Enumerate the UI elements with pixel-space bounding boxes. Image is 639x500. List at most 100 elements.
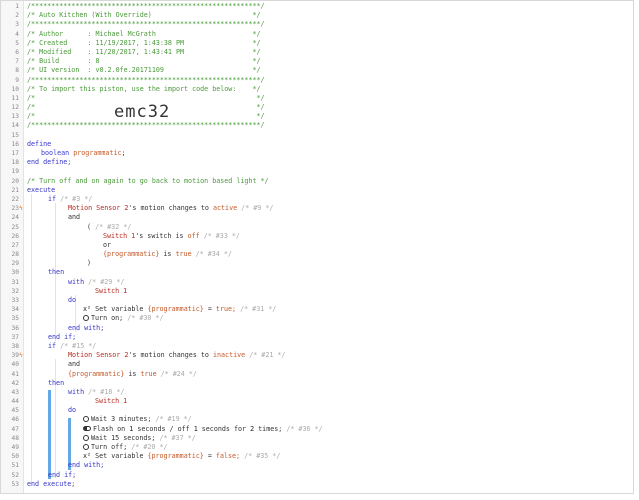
line-number: 42	[11, 379, 19, 387]
line-number: 35	[11, 315, 19, 323]
line-number: 1	[15, 3, 19, 10]
condition-value: inactive	[212, 351, 246, 360]
code-line: 3 /**************************************…	[1, 20, 633, 29]
statement-id: /* #20 */	[131, 443, 168, 451]
variable-name[interactable]: programmatic	[73, 149, 121, 157]
code-line: 18 end define;	[1, 158, 633, 167]
code-line: 45 do	[1, 406, 633, 415]
task-text[interactable]: Wait 3 minutes;	[91, 415, 151, 423]
task-text[interactable]: Wait 15 seconds;	[91, 434, 155, 442]
task-value: 2	[250, 424, 255, 433]
variable-ref[interactable]: {programmatic}	[103, 250, 159, 258]
code-line: 44 Switch 1	[1, 397, 633, 406]
code-line: 48 Wait 15 seconds; /* #37 */	[1, 434, 633, 443]
with-keyword[interactable]: with	[68, 278, 84, 286]
statement-id: /* #33 */	[203, 231, 240, 240]
code-line: 22 if /* #3 */	[1, 195, 633, 204]
task-text[interactable]: Turn on;	[91, 314, 123, 322]
code-line: 47 Flash on 1 seconds / off 1 seconds for…	[1, 425, 633, 434]
statement-id: /* #35 */	[244, 452, 281, 461]
code-line: 17 boolean programmatic;	[1, 149, 633, 158]
line-number: 21	[11, 186, 19, 194]
code-line: 38 if /* #15 */	[1, 342, 633, 351]
variable-ref: {programmatic}	[147, 305, 204, 314]
line-number: 46	[11, 416, 19, 424]
and-operator[interactable]: and	[68, 213, 80, 222]
variable-icon: x²	[83, 305, 92, 314]
statement-id: /* #19 */	[155, 415, 192, 424]
task-text[interactable]: Flash on	[93, 425, 125, 433]
code-line: 2 /* Auto Kitchen (With Override) */	[1, 11, 633, 20]
code-line: 23 ϟ Motion Sensor 2's motion changes to a…	[1, 204, 633, 213]
line-number: 34	[11, 306, 19, 314]
code-line: 34 x² Set variable {programmatic} = true;…	[1, 305, 633, 314]
equals-sign: =	[207, 305, 212, 314]
device-name[interactable]: Motion Sensor 2	[68, 351, 128, 359]
device-name[interactable]: Switch 1	[95, 287, 127, 296]
code-line: 21 execute	[1, 186, 633, 195]
import-hint: /* To import this piston, use the import…	[27, 84, 261, 93]
condition-text: is	[128, 369, 137, 378]
header-border: /***************************************…	[27, 20, 265, 29]
line-number: 41	[11, 370, 19, 378]
task-value: true;	[215, 305, 237, 314]
line-number: 9	[15, 76, 19, 84]
statement-id: /* #21 */	[249, 351, 286, 360]
line-number: 2	[15, 12, 19, 20]
code-line: 43 with /* #18 */	[1, 388, 633, 397]
variable-ref[interactable]: {programmatic}	[68, 370, 124, 378]
task-text: times;	[258, 424, 283, 433]
line-number: 14	[11, 122, 19, 130]
device-name[interactable]: Motion Sensor 2	[68, 204, 128, 212]
line-number: 28	[11, 251, 19, 259]
trigger-bolt-icon: ϟ	[19, 351, 23, 360]
statement-id: /* #31 */	[240, 305, 277, 314]
piston-title: /* Auto Kitchen (With Override) */	[27, 11, 261, 20]
device-name[interactable]: Switch 1	[103, 232, 135, 240]
statement-id: /* #34 */	[195, 250, 232, 259]
define-keyword: define	[27, 139, 52, 148]
condition-value: active	[212, 204, 238, 213]
trigger-bolt-icon: ϟ	[19, 204, 23, 213]
statement-id: /* #29 */	[88, 277, 125, 286]
do-keyword: do	[68, 296, 77, 304]
if-keyword[interactable]: if	[48, 195, 56, 203]
task-text: seconds / off	[137, 424, 190, 433]
code-line: 53 end execute;	[1, 480, 633, 489]
line-number: 19	[11, 168, 19, 176]
code-line: 35 Turn on; /* #30 */	[1, 314, 633, 323]
line-number: 38	[11, 342, 19, 350]
task-text[interactable]: Set variable	[95, 305, 143, 313]
piston-created: /* Created : 11/19/2017, 1:43:38 PM */	[27, 38, 261, 47]
line-number: 36	[11, 324, 19, 332]
if-keyword[interactable]: if	[48, 342, 56, 350]
variable-ref: {programmatic}	[147, 452, 204, 461]
code-line: 40 and	[1, 360, 633, 369]
code-line: 46 Wait 3 minutes; /* #19 */	[1, 415, 633, 424]
line-number: 22	[11, 195, 19, 203]
type-keyword: boolean	[41, 149, 70, 157]
code-line: 49 Turn off; /* #20 */	[1, 443, 633, 452]
or-operator[interactable]: or	[103, 241, 111, 250]
task-value: false;	[215, 452, 241, 461]
task-text[interactable]: Turn off;	[91, 443, 127, 451]
code-line: 13/* */	[1, 112, 633, 121]
line-number: 50	[11, 453, 19, 461]
line-number: 12	[11, 104, 19, 112]
line-number: 31	[11, 278, 19, 286]
line-number: 49	[11, 444, 19, 451]
then-keyword: then	[48, 268, 65, 277]
line-number: 30	[11, 269, 19, 277]
task-text[interactable]: Set variable	[95, 452, 143, 460]
and-operator[interactable]: and	[68, 360, 80, 369]
line-number: 11	[11, 94, 19, 102]
line-number: 29	[11, 260, 19, 268]
device-name[interactable]: Switch 1	[95, 397, 127, 406]
line-number: 4	[15, 30, 19, 38]
code-line: 24 and	[1, 213, 633, 222]
piston-code-view: 1 /**************************************…	[0, 0, 634, 494]
import-code[interactable]: emc32	[114, 102, 170, 122]
with-keyword[interactable]: with	[68, 388, 84, 396]
execute-keyword: execute	[27, 185, 56, 194]
line-number: 23	[11, 205, 19, 213]
